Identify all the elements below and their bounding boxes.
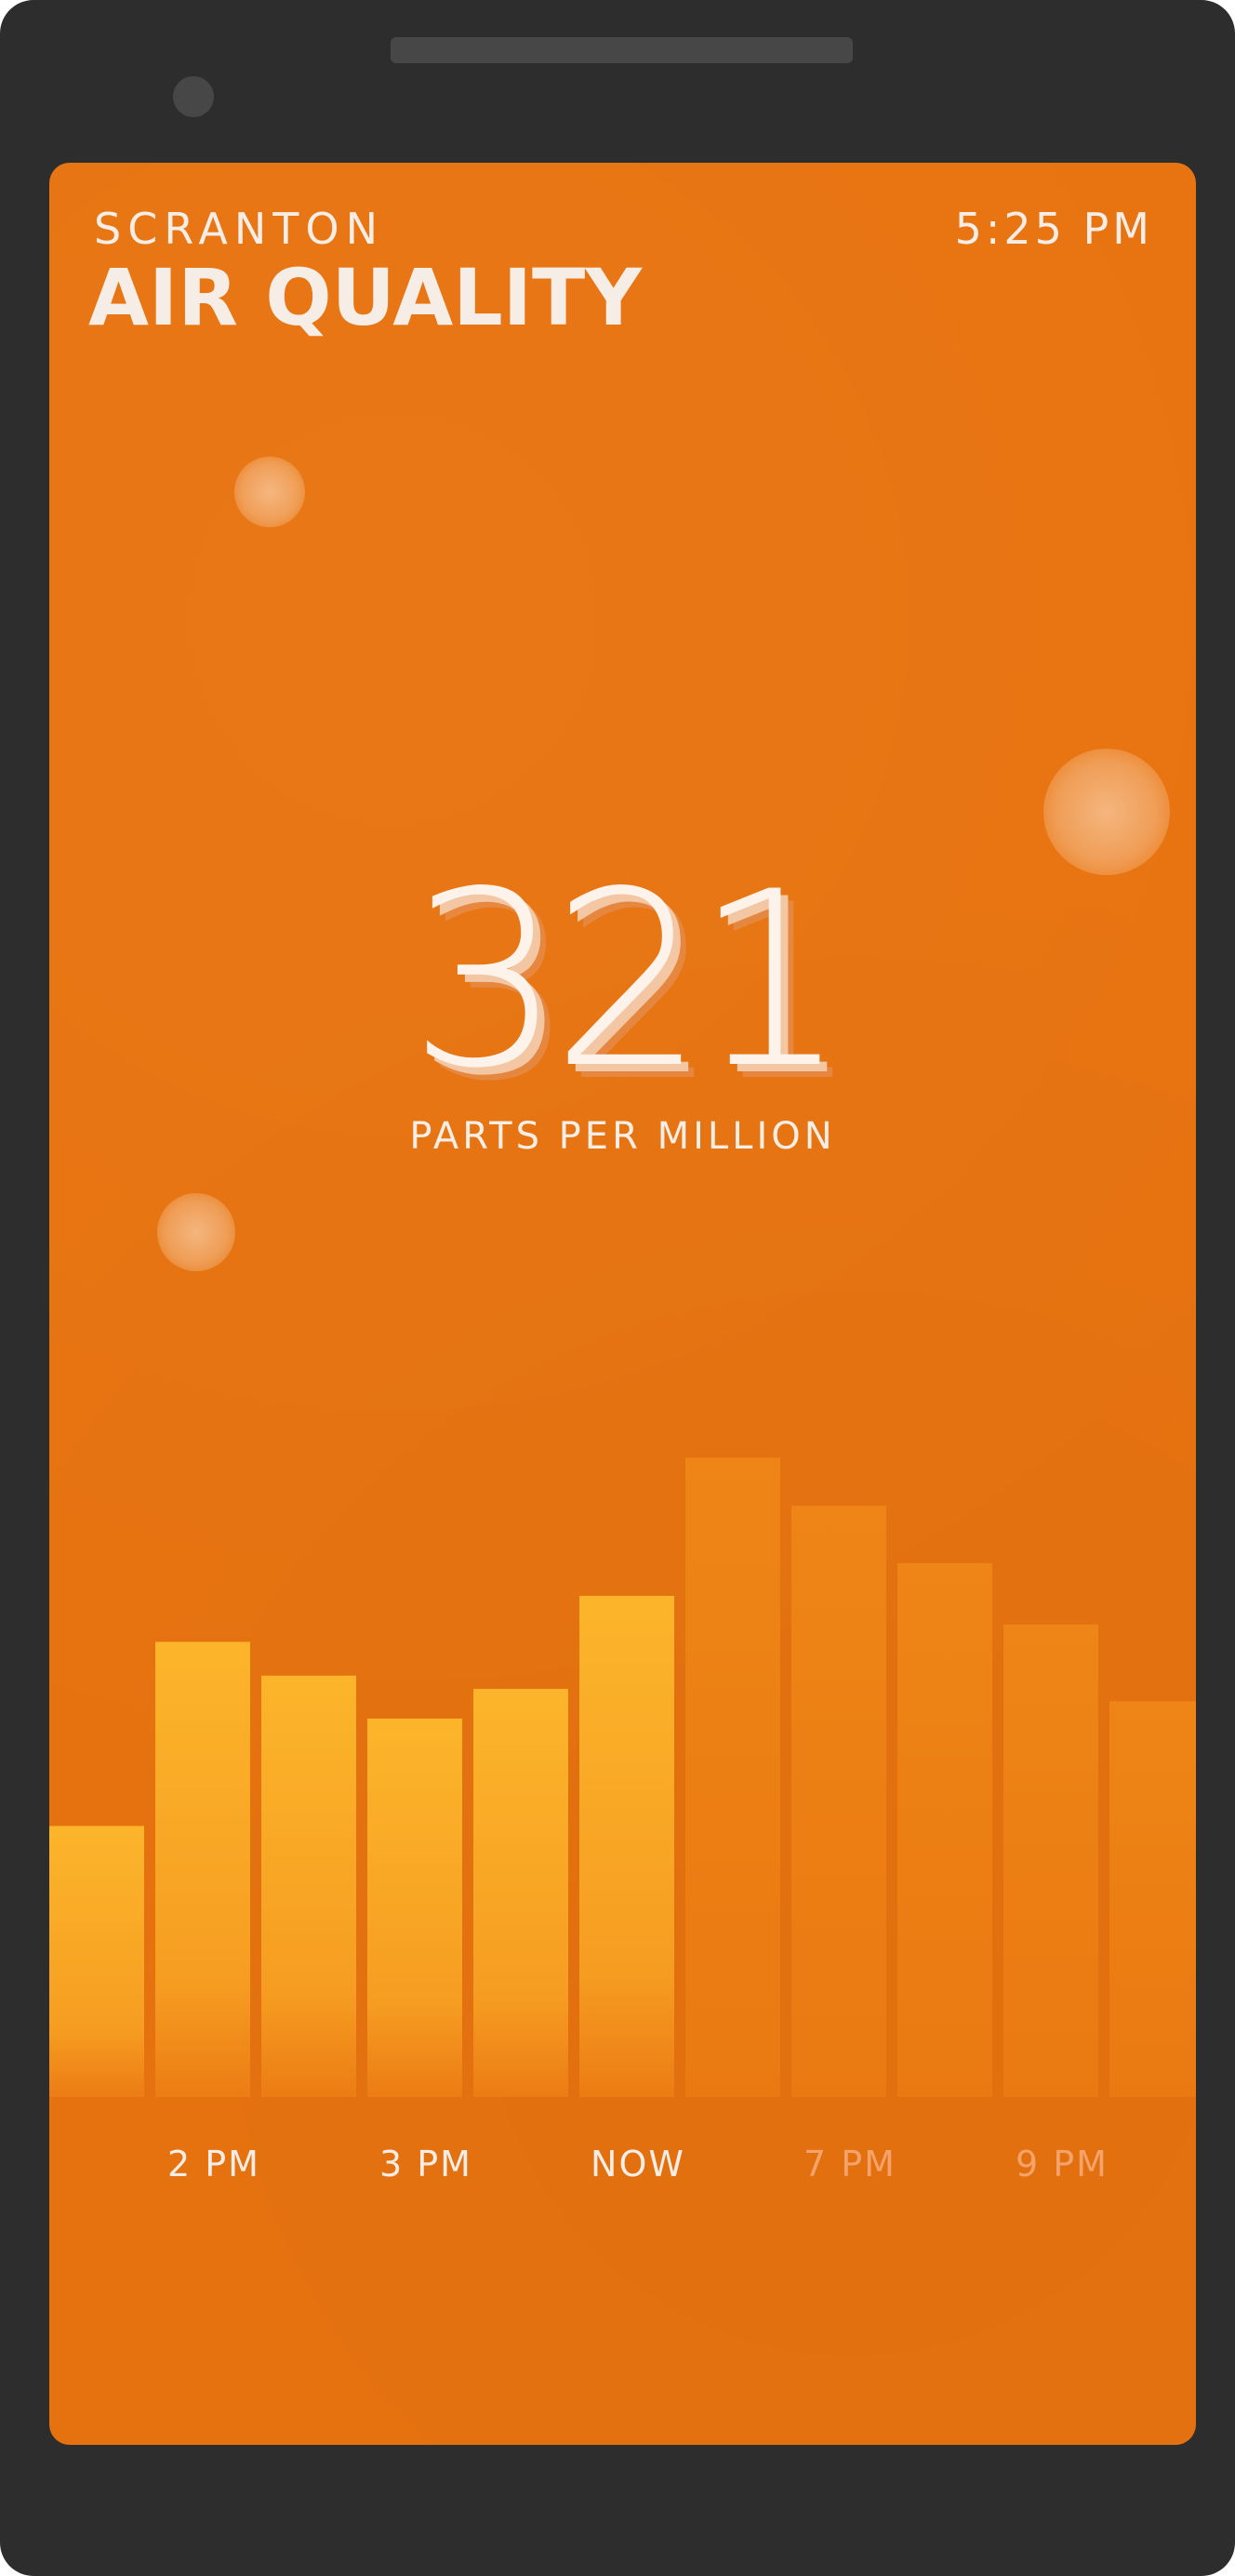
x-tick-label: 3 PM [379, 2144, 472, 2184]
app-screen: SCRANTON AIR QUALITY 5:25 PM 321 PARTS P… [49, 163, 1196, 2445]
x-tick-label: NOW [591, 2144, 685, 2184]
x-tick-label: 2 PM [167, 2144, 260, 2184]
chart-bar [367, 1719, 462, 2097]
chart-bar [261, 1675, 356, 2097]
chart-bar [579, 1596, 674, 2097]
chart-bar [49, 1826, 144, 2097]
front-camera [173, 76, 214, 117]
x-tick-label: 7 PM [803, 2144, 896, 2184]
chart-bar [1003, 1624, 1098, 2097]
chart-bar [155, 1641, 250, 2097]
chart-bar [685, 1457, 780, 2097]
chart-bar [473, 1689, 568, 2097]
chart-bar [791, 1506, 886, 2097]
phone-frame: SCRANTON AIR QUALITY 5:25 PM 321 PARTS P… [0, 0, 1235, 2576]
air-quality-bar-chart: 2 PM 3 PM NOW 7 PM 9 PM [49, 1457, 1196, 2184]
chart-bar [897, 1562, 992, 2097]
chart-bar [1109, 1701, 1196, 2097]
x-tick-label: 9 PM [1016, 2144, 1109, 2184]
speaker-grille [391, 37, 853, 63]
